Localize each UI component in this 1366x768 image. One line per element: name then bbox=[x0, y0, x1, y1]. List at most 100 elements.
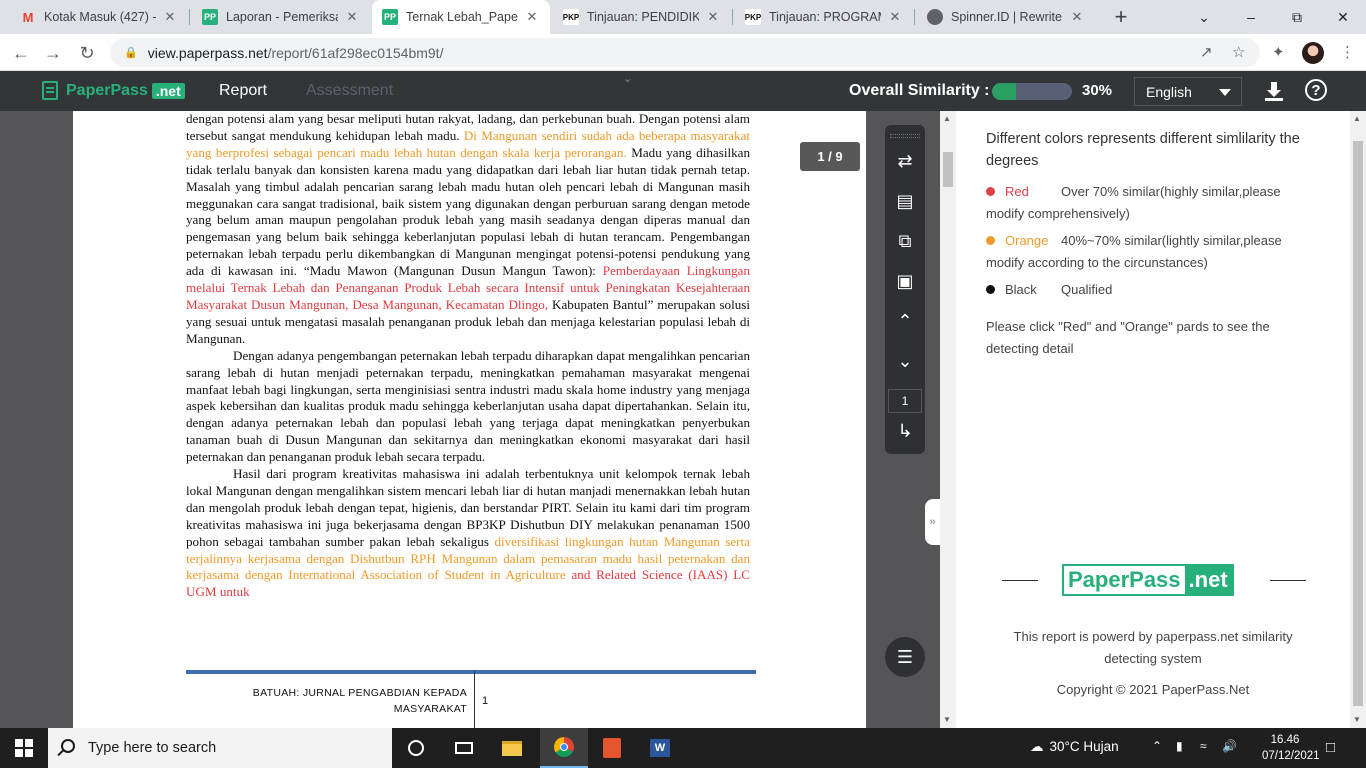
close-window-button[interactable]: ✕ bbox=[1320, 0, 1366, 34]
wifi-icon[interactable]: ≈ bbox=[1200, 739, 1207, 753]
paperpass-icon: PP bbox=[202, 9, 218, 25]
cloud-rain-icon: ☁ bbox=[1030, 739, 1044, 754]
reload-button[interactable]: ↻ bbox=[74, 40, 100, 66]
legend-hint: Please click "Red" and "Orange" pards to… bbox=[986, 319, 1270, 356]
legend-row: Orange 40%~70% similar(lightly similar,pl… bbox=[986, 230, 1316, 274]
tab-title: Laporan - Pemeriksa P bbox=[226, 10, 338, 24]
taskbar-clock[interactable]: 16.46 07/12/2021 bbox=[1262, 732, 1320, 764]
browser-menu-icon[interactable]: ⋮ bbox=[1340, 43, 1355, 61]
app-header: PaperPass .net Report Assessment ⌄ Overa… bbox=[0, 71, 1366, 111]
tab-title: Tinjauan: PROGRAM K bbox=[769, 10, 881, 24]
chevron-down-icon[interactable]: ⌄ bbox=[885, 346, 925, 376]
close-tab-icon[interactable]: ✕ bbox=[344, 9, 360, 25]
browser-tab[interactable]: PKP Tinjauan: PENDIDIKAN ✕ bbox=[553, 0, 731, 34]
browser-tab[interactable]: PP Laporan - Pemeriksa P ✕ bbox=[192, 0, 370, 34]
document-logo-icon bbox=[42, 81, 58, 100]
legend-color-dot bbox=[986, 236, 995, 245]
weather-widget[interactable]: ☁ 30°C Hujan bbox=[1030, 739, 1119, 755]
volume-icon[interactable]: 🔊 bbox=[1222, 739, 1237, 753]
new-tab-button[interactable]: + bbox=[1108, 4, 1134, 30]
footer-logo-net: .net bbox=[1184, 566, 1232, 594]
chrome-icon[interactable] bbox=[540, 728, 588, 768]
restore-button[interactable]: ⧉ bbox=[1274, 0, 1320, 34]
legend-title: Different colors represents different si… bbox=[986, 131, 1300, 169]
minimize-button[interactable]: – bbox=[1228, 0, 1274, 34]
tab-search-chevron-icon[interactable]: ⌄ bbox=[1181, 0, 1227, 34]
close-tab-icon[interactable]: ✕ bbox=[1069, 9, 1085, 25]
scroll-down-icon[interactable]: ▼ bbox=[1353, 715, 1361, 724]
tray-chevron-up-icon[interactable]: ⌃ bbox=[1152, 739, 1162, 753]
close-tab-icon[interactable]: ✕ bbox=[887, 9, 903, 25]
cortana-icon[interactable] bbox=[392, 728, 440, 768]
word-icon[interactable]: W bbox=[636, 728, 684, 768]
legend-name: Red bbox=[1005, 184, 1029, 199]
scroll-up-icon[interactable]: ▲ bbox=[943, 114, 951, 123]
task-view-icon[interactable] bbox=[440, 728, 488, 768]
notification-icon[interactable]: □ bbox=[1326, 739, 1335, 756]
collapse-header-chevron-icon[interactable]: ⌄ bbox=[623, 72, 632, 85]
browser-tab[interactable]: PKP Tinjauan: PROGRAM K ✕ bbox=[735, 0, 913, 34]
caret-down-icon bbox=[1219, 89, 1231, 96]
bookmark-star-icon[interactable]: ☆ bbox=[1232, 43, 1245, 61]
close-tab-icon[interactable]: ✕ bbox=[162, 9, 178, 25]
scroll-down-icon[interactable]: ▼ bbox=[943, 715, 951, 724]
foxit-reader-icon[interactable] bbox=[588, 728, 636, 768]
legend-row: Red Over 70% similar(highly similar,pleas… bbox=[986, 181, 1316, 225]
address-bar: ← → ↻ 🔒 view.paperpass.net/report/61af29… bbox=[0, 34, 1366, 71]
footer-rule bbox=[186, 670, 756, 674]
toolbar-grip[interactable] bbox=[890, 134, 920, 138]
help-icon[interactable]: ? bbox=[1305, 79, 1327, 101]
file-explorer-icon[interactable] bbox=[488, 728, 536, 768]
viewer-toolbar: ⇄ ▤ ⧉ ▣ ⌃ ⌄ 1 ↳ bbox=[885, 125, 925, 454]
back-button[interactable]: ← bbox=[8, 40, 34, 66]
browser-tab[interactable]: PP Ternak Lebah_PaperPa ✕ bbox=[372, 0, 550, 34]
footer-journal-name: BATUAH: JURNAL PENGABDIAN KEPADA MASYARA… bbox=[252, 687, 467, 715]
nav-assessment[interactable]: Assessment bbox=[306, 82, 393, 100]
document-viewer: dengan potensi alam yang besar meliputi … bbox=[0, 111, 940, 728]
url-field[interactable]: 🔒 view.paperpass.net/report/61af298ec015… bbox=[110, 38, 1260, 67]
copy-icon[interactable]: ⧉ bbox=[885, 226, 925, 256]
viewer-scroll-thumb[interactable] bbox=[943, 152, 953, 187]
share-icon[interactable]: ↗ bbox=[1200, 43, 1213, 61]
clock-date: 07/12/2021 bbox=[1262, 750, 1320, 762]
paragraph-2: Dengan adanya pengembangan peternakan le… bbox=[186, 348, 750, 466]
paperpass-footer-logo: PaperPass .net bbox=[1062, 564, 1234, 596]
browser-tab[interactable]: M Kotak Masuk (427) - m ✕ bbox=[10, 0, 188, 34]
download-icon[interactable] bbox=[1262, 79, 1286, 103]
nav-report[interactable]: Report bbox=[219, 82, 267, 100]
extensions-puzzle-icon[interactable]: ✦ bbox=[1272, 43, 1285, 61]
windows-start-icon[interactable] bbox=[0, 728, 48, 768]
battery-icon[interactable]: ▮ bbox=[1176, 739, 1183, 753]
paperpass-logo[interactable]: PaperPass .net bbox=[42, 81, 185, 100]
close-tab-icon[interactable]: ✕ bbox=[524, 9, 540, 25]
chevron-up-icon[interactable]: ⌃ bbox=[885, 306, 925, 336]
paragraph-1: dengan potensi alam yang besar meliputi … bbox=[186, 111, 750, 348]
pkp-icon: PKP bbox=[745, 9, 761, 25]
forward-button[interactable]: → bbox=[40, 40, 66, 66]
go-to-page-icon[interactable]: ↳ bbox=[885, 416, 925, 446]
document-list-icon[interactable]: ▤ bbox=[885, 186, 925, 216]
panel-scroll-thumb[interactable] bbox=[1353, 141, 1363, 706]
collapse-panel-icon[interactable]: » bbox=[925, 499, 940, 545]
lock-icon: 🔒 bbox=[124, 47, 138, 59]
scroll-up-icon[interactable]: ▲ bbox=[1353, 114, 1361, 123]
tab-title: Ternak Lebah_PaperPa bbox=[406, 10, 518, 24]
close-tab-icon[interactable]: ✕ bbox=[705, 9, 721, 25]
swap-icon[interactable]: ⇄ bbox=[885, 146, 925, 176]
profile-avatar[interactable] bbox=[1302, 42, 1324, 64]
browser-tab[interactable]: Spinner.ID | Rewrite Er ✕ bbox=[917, 0, 1095, 34]
tab-separator bbox=[732, 9, 733, 25]
taskbar-search-input[interactable]: Type here to search bbox=[48, 728, 392, 768]
gmail-icon: M bbox=[22, 9, 34, 25]
copyright-text: Copyright © 2021 PaperPass.Net bbox=[1056, 682, 1250, 697]
footer-page-number: 1 bbox=[482, 695, 489, 707]
legend-name: Black bbox=[1005, 282, 1037, 297]
fit-page-icon[interactable]: ▣ bbox=[885, 266, 925, 296]
panel-scrollbar[interactable]: ▲ ▼ bbox=[1350, 111, 1366, 728]
paragraph-3: Hasil dari program kreativitas mahasiswa… bbox=[186, 466, 750, 601]
page-number-input[interactable]: 1 bbox=[888, 389, 922, 413]
language-select[interactable]: English bbox=[1134, 77, 1242, 106]
viewer-scrollbar[interactable]: ▲ ▼ bbox=[940, 111, 956, 728]
search-placeholder: Type here to search bbox=[88, 740, 217, 756]
menu-icon[interactable]: ☰ bbox=[885, 637, 925, 677]
